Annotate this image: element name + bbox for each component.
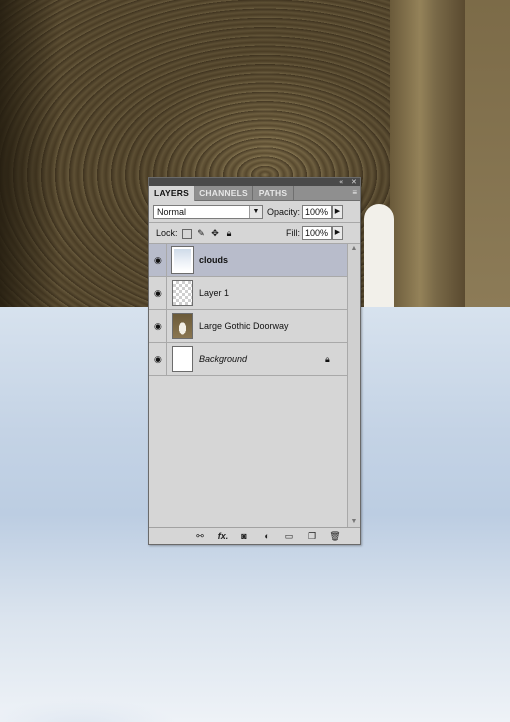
layer-thumbnail [172, 346, 193, 372]
panel-bottom-bar: ⚯ fx. ◙ ◐ ▭ ❐ 🗑︎ [149, 527, 360, 544]
tab-layers[interactable]: LAYERS [149, 186, 195, 201]
layer-name[interactable]: Layer 1 [199, 287, 229, 299]
eye-icon: ◉ [154, 288, 162, 298]
layer-row-background[interactable]: ◉ Background 🔒︎ [149, 343, 347, 376]
new-layer-icon[interactable]: ❐ [306, 530, 318, 542]
visibility-toggle[interactable]: ◉ [151, 244, 167, 276]
layer-thumbnail [172, 313, 193, 339]
layer-thumbnail [172, 280, 193, 306]
lock-transparent-pixels-icon[interactable] [182, 229, 192, 239]
gothic-wall [465, 0, 510, 307]
doorway-opening [364, 204, 394, 308]
lock-all-icon[interactable]: 🔒︎ [224, 228, 234, 238]
layer-name[interactable]: clouds [199, 254, 228, 266]
gothic-shadow [0, 0, 60, 307]
new-group-icon[interactable]: ▭ [283, 530, 295, 542]
scroll-up-icon[interactable]: ▲ [348, 244, 360, 254]
visibility-toggle[interactable]: ◉ [151, 310, 167, 342]
lock-position-icon[interactable]: ✥ [210, 228, 220, 238]
layer-row-clouds[interactable]: ◉ clouds [149, 244, 347, 277]
lock-image-pixels-icon[interactable]: ✎ [196, 228, 206, 238]
tab-channels[interactable]: CHANNELS [195, 186, 253, 200]
gothic-pillar [390, 0, 465, 307]
adjustment-layer-icon[interactable]: ◐ [261, 530, 273, 542]
opacity-input[interactable]: 100% [302, 205, 332, 219]
layer-name[interactable]: Background [199, 353, 247, 365]
tab-paths[interactable]: PATHS [253, 186, 294, 200]
layer-row-large-gothic-doorway[interactable]: ◉ Large Gothic Doorway [149, 310, 347, 343]
layer-style-icon[interactable]: fx. [215, 530, 231, 542]
panel-tabs: LAYERS CHANNELS PATHS ≡ [149, 186, 360, 201]
opacity-slider-arrow-icon[interactable]: ▶ [332, 205, 343, 219]
visibility-toggle[interactable]: ◉ [151, 277, 167, 309]
delete-layer-icon[interactable]: 🗑︎ [329, 530, 341, 542]
blend-mode-select[interactable]: Normal ▼ [153, 205, 263, 219]
layers-list: ◉ clouds ◉ Layer 1 ◉ Large Gothic Doorwa… [149, 244, 347, 527]
blend-mode-value: Normal [157, 207, 187, 217]
layer-thumbnail [171, 246, 194, 274]
layers-panel: « ✕ LAYERS CHANNELS PATHS ≡ Normal ▼ Opa… [148, 177, 361, 545]
eye-icon: ◉ [154, 255, 162, 265]
collapse-icon[interactable]: « [339, 178, 343, 186]
eye-icon: ◉ [154, 354, 162, 364]
fill-slider-arrow-icon[interactable]: ▶ [332, 226, 343, 240]
link-layers-icon[interactable]: ⚯ [193, 530, 207, 542]
lock-icon: 🔒︎ [325, 354, 330, 364]
panel-titlebar[interactable]: « ✕ [149, 178, 360, 186]
divider [149, 222, 360, 223]
eye-icon: ◉ [154, 321, 162, 331]
layers-scrollbar[interactable]: ▲ ▼ [347, 244, 360, 527]
close-icon[interactable]: ✕ [351, 178, 357, 186]
panel-menu-icon[interactable]: ≡ [352, 186, 357, 200]
layer-mask-icon[interactable]: ◙ [238, 530, 250, 542]
visibility-toggle[interactable]: ◉ [151, 343, 167, 375]
fill-label: Fill: [286, 228, 300, 238]
chevron-down-icon[interactable]: ▼ [249, 206, 262, 218]
layer-name[interactable]: Large Gothic Doorway [199, 320, 289, 332]
scroll-down-icon[interactable]: ▼ [348, 517, 360, 527]
layer-row-layer-1[interactable]: ◉ Layer 1 [149, 277, 347, 310]
lock-label: Lock: [156, 228, 178, 238]
opacity-label: Opacity: [267, 207, 301, 217]
fill-input[interactable]: 100% [302, 226, 332, 240]
